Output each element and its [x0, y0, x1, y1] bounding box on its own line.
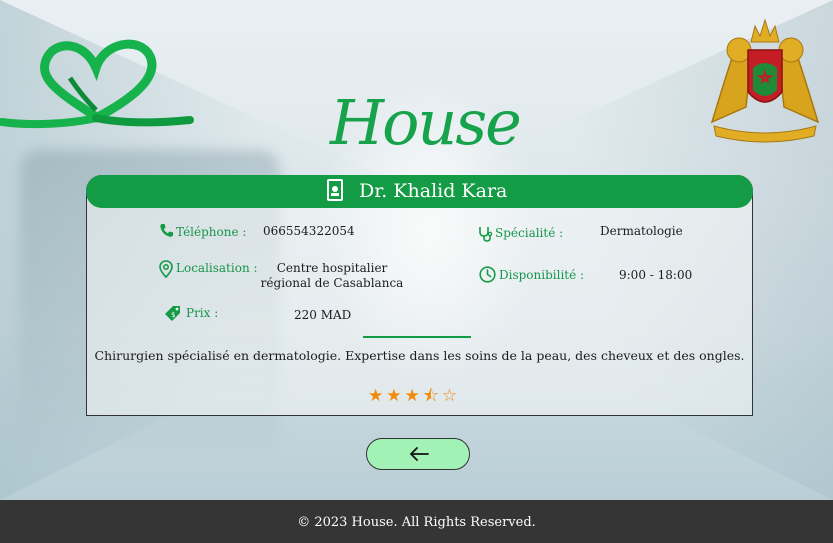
page: House Dr. Khalid Kara Téléphone : 066554… — [0, 0, 833, 543]
doctor-name: Dr. Khalid Kara — [359, 180, 508, 202]
rating-stars: ★★★⯪☆ — [368, 386, 461, 406]
telephone-value: 066554322054 — [263, 224, 355, 238]
prix-value: 220 MAD — [294, 308, 352, 322]
doctor-badge-icon — [327, 179, 343, 201]
stethoscope-icon — [479, 227, 493, 242]
price-tag-icon: $ — [165, 306, 180, 321]
specialite-label: Spécialité : — [495, 226, 564, 240]
disponibilite-value: 9:00 - 18:00 — [619, 268, 693, 282]
footer-copyright: © 2023 House. All Rights Reserved. — [297, 515, 536, 530]
doctor-description: Chirurgien spécialisé en dermatologie. E… — [94, 348, 745, 363]
back-button[interactable] — [366, 438, 470, 470]
footer: © 2023 House. All Rights Reserved. — [0, 500, 833, 543]
coat-of-arms-emblem — [710, 18, 820, 143]
specialite-value: Dermatologie — [600, 224, 683, 238]
arrow-left-icon — [410, 447, 429, 461]
prix-label: Prix : — [186, 306, 219, 320]
doctor-card-header: Dr. Khalid Kara — [86, 175, 753, 208]
clock-icon — [479, 266, 496, 283]
localisation-value-line2: régional de Casablanca — [260, 276, 404, 290]
localisation-value-line1: Centre hospitalier — [276, 261, 388, 275]
phone-icon — [160, 223, 174, 237]
heart-ribbon-icon — [0, 39, 194, 129]
disponibilite-label: Disponibilité : — [499, 268, 585, 282]
section-divider — [363, 336, 471, 338]
doctor-card: Dr. Khalid Kara Téléphone : 066554322054… — [86, 175, 753, 416]
svg-text:$: $ — [171, 311, 175, 319]
telephone-label: Téléphone : — [176, 225, 247, 239]
location-pin-icon — [159, 260, 173, 278]
site-logo-title: House — [330, 86, 522, 159]
localisation-label: Localisation : — [176, 261, 258, 275]
